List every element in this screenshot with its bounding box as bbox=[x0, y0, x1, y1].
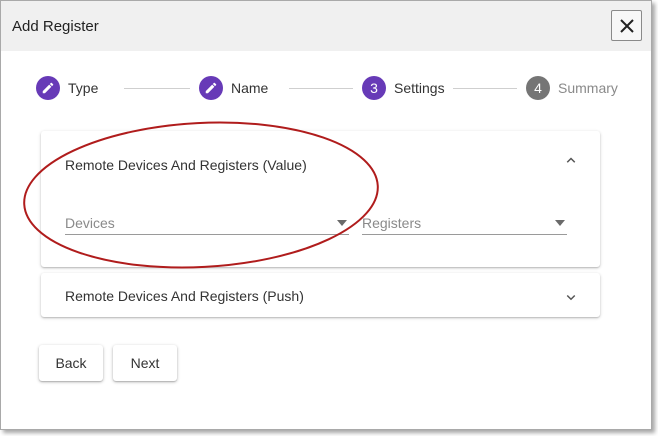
step-name-label: Name bbox=[231, 80, 269, 96]
devices-placeholder: Devices bbox=[65, 215, 115, 231]
edit-icon bbox=[205, 82, 217, 94]
dropdown-arrow-icon bbox=[555, 220, 565, 226]
panel-value-title: Remote Devices And Registers (Value) bbox=[65, 157, 307, 173]
chevron-up-icon[interactable] bbox=[562, 151, 580, 169]
step-summary[interactable]: 4 Summary bbox=[526, 74, 618, 102]
dropdown-arrow-icon bbox=[337, 220, 347, 226]
panel-value: Remote Devices And Registers (Value) Dev… bbox=[41, 131, 600, 267]
stepper: Type Name 3 Settings 4 Summary bbox=[1, 74, 651, 102]
step-type[interactable]: Type bbox=[36, 74, 98, 102]
registers-select[interactable]: Registers bbox=[362, 215, 567, 235]
panel-push-title: Remote Devices And Registers (Push) bbox=[65, 288, 304, 304]
dialog-titlebar: Add Register bbox=[1, 1, 651, 51]
step-settings[interactable]: 3 Settings bbox=[362, 74, 445, 102]
step-connector bbox=[289, 88, 353, 89]
step-type-indicator bbox=[36, 76, 60, 100]
registers-placeholder: Registers bbox=[362, 215, 422, 231]
add-register-dialog: Add Register Type Name 3 Settings 4 Summ… bbox=[0, 0, 652, 430]
chevron-down-icon[interactable] bbox=[562, 288, 580, 306]
step-summary-label: Summary bbox=[558, 80, 618, 96]
step-settings-label: Settings bbox=[394, 80, 445, 96]
step-type-label: Type bbox=[68, 80, 99, 96]
step-settings-indicator: 3 bbox=[362, 76, 386, 100]
next-button[interactable]: Next bbox=[113, 345, 177, 381]
step-connector bbox=[124, 88, 190, 89]
step-connector bbox=[453, 88, 517, 89]
close-icon bbox=[619, 18, 634, 33]
panel-value-header[interactable]: Remote Devices And Registers (Value) bbox=[41, 131, 600, 195]
close-button[interactable] bbox=[611, 10, 642, 41]
step-name[interactable]: Name bbox=[199, 74, 268, 102]
panel-push[interactable]: Remote Devices And Registers (Push) bbox=[41, 273, 600, 317]
devices-select[interactable]: Devices bbox=[65, 215, 349, 235]
edit-icon bbox=[42, 82, 54, 94]
step-summary-indicator: 4 bbox=[526, 76, 550, 100]
step-name-indicator bbox=[199, 76, 223, 100]
back-button[interactable]: Back bbox=[39, 345, 103, 381]
dialog-title: Add Register bbox=[12, 18, 99, 35]
